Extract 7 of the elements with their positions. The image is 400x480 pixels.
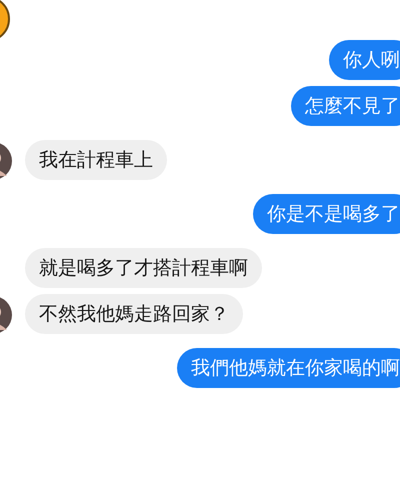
message-bubble: 怎麼不見了: [291, 86, 400, 126]
message-bubble: 我在計程車上: [25, 140, 167, 180]
message-bubble: 不然我他媽走路回家？: [25, 294, 243, 334]
message-bubble: 你人咧: [329, 40, 400, 80]
message-bubble: 你是不是喝多了: [253, 194, 400, 234]
message-bubble: 就是喝多了才搭計程車啊: [25, 248, 262, 288]
message-bubble: 我們他媽就在你家喝的啊: [177, 348, 400, 388]
